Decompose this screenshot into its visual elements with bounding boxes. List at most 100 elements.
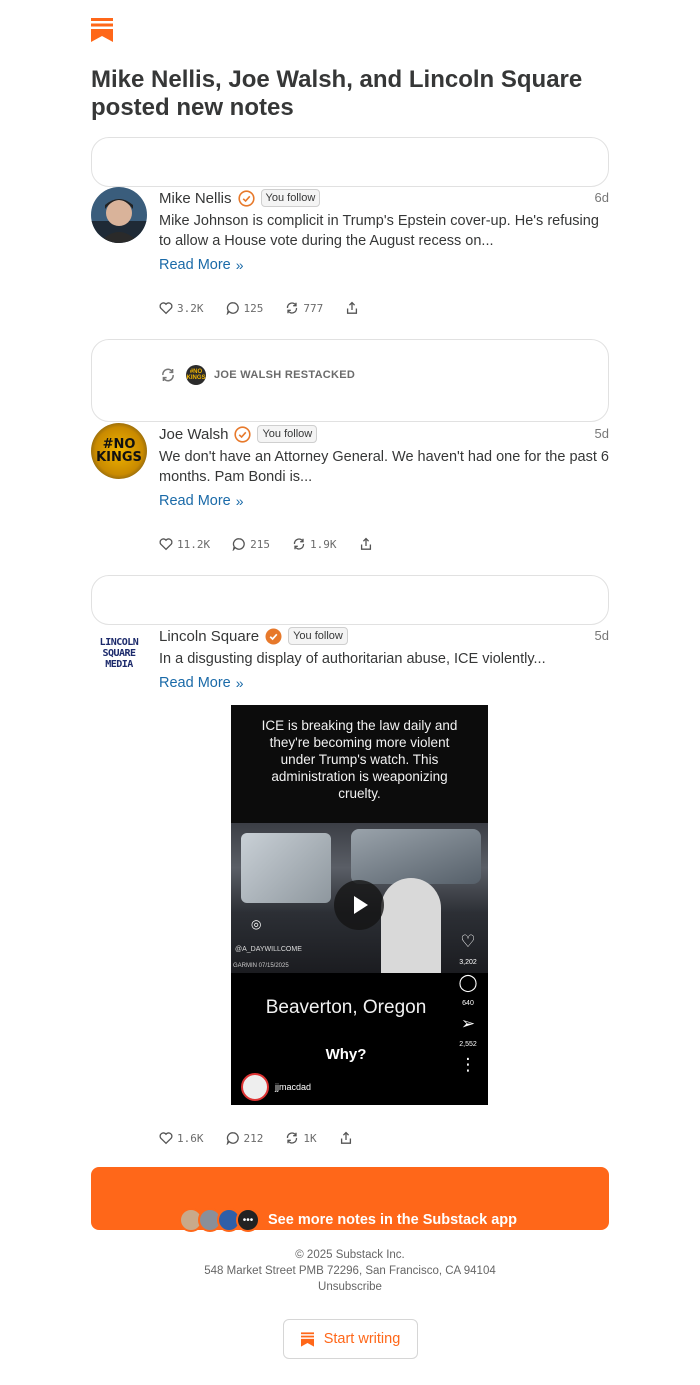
more-icon: •••	[236, 1208, 260, 1232]
follow-badge: You follow	[257, 425, 318, 443]
like-button[interactable]: 1.6K	[159, 1131, 204, 1145]
like-button[interactable]: 11.2K	[159, 537, 210, 551]
restack-avatar-text: #NO KINGS	[186, 369, 206, 381]
like-count: 1.6K	[177, 1131, 204, 1145]
footer: © 2025 Substack Inc. 548 Market Street P…	[0, 1247, 700, 1295]
email-headline: Mike Nellis, Joe Walsh, and Lincoln Squa…	[91, 66, 583, 121]
restack-icon	[162, 368, 174, 382]
restack-avatar: #NO KINGS	[186, 365, 206, 385]
note-card-header	[91, 575, 609, 625]
comment-count: 212	[243, 1131, 264, 1145]
note-text[interactable]: Mike Johnson is complicit in Trump's Eps…	[159, 211, 609, 251]
read-more-link[interactable]: Read More »	[159, 257, 244, 273]
read-more-link[interactable]: Read More »	[159, 493, 244, 509]
heart-icon: ♡	[460, 932, 476, 951]
avatar-text: #NO KINGS	[96, 437, 142, 465]
share-icon	[340, 1131, 351, 1144]
restack-count: 1.9K	[310, 537, 337, 551]
share-button[interactable]	[339, 1131, 353, 1145]
avatar[interactable]: #NO KINGS	[91, 423, 147, 479]
substack-logo-icon[interactable]	[91, 18, 113, 42]
comment-count: 215	[250, 537, 270, 551]
instagram-icon: ◎	[251, 917, 262, 931]
comment-icon	[226, 1132, 239, 1145]
like-button[interactable]: 3.2K	[159, 301, 204, 315]
comment-button[interactable]: 215	[232, 537, 270, 551]
note-mike-nellis[interactable]: Mike Nellis You follow 6d Mike Johnson i…	[91, 187, 609, 327]
video-side-actions: ♡ 3,202 ◯ 640 ➢ 2,552 ⋮	[456, 933, 480, 1082]
comment-icon	[226, 302, 239, 315]
video-thumbnail[interactable]: ICE is breaking the law daily and they'r…	[231, 705, 488, 1105]
address: 548 Market Street PMB 72296, San Francis…	[204, 1265, 496, 1277]
restack-icon	[287, 1132, 298, 1144]
note-actions: 1.6K 212 1K	[159, 1131, 375, 1145]
read-more-label: Read More	[159, 675, 231, 691]
video-caption: ICE is breaking the law daily and they'r…	[231, 705, 488, 823]
verified-check-icon	[234, 425, 252, 443]
follow-badge: You follow	[260, 189, 321, 207]
like-count: 3.2K	[177, 301, 204, 315]
timestamp: 5d	[594, 628, 609, 643]
video-user-avatar	[241, 1073, 269, 1101]
restack-icon	[287, 302, 298, 314]
substack-logo-icon	[300, 1331, 314, 1347]
verified-check-icon	[265, 628, 282, 644]
timestamp: 6d	[594, 190, 609, 205]
note-actions: 11.2K 215 1.9K	[159, 537, 395, 551]
copyright: © 2025 Substack Inc.	[295, 1249, 405, 1261]
chevron-double-right-icon: »	[235, 675, 244, 691]
video-user: jjmacdad	[241, 1073, 311, 1101]
avatar-text: LINCOLN SQUARE MEDIA	[99, 636, 139, 670]
more-icon: ⋮	[459, 1055, 477, 1074]
note-text[interactable]: We don't have an Attorney General. We ha…	[159, 447, 609, 487]
note-header: Lincoln Square You follow 5d	[159, 625, 609, 647]
share-button[interactable]	[359, 537, 373, 551]
comment-button[interactable]: 212	[226, 1131, 264, 1145]
note-joe-walsh[interactable]: #NO KINGS Joe Walsh You follow 5d We don…	[91, 423, 609, 563]
note-text[interactable]: In a disgusting display of authoritarian…	[159, 649, 609, 669]
unsubscribe-link[interactable]: Unsubscribe	[318, 1281, 382, 1293]
restack-button[interactable]: 1K	[285, 1131, 317, 1145]
video-username: jjmacdad	[275, 1082, 312, 1092]
start-writing-button[interactable]: Start writing	[283, 1319, 418, 1359]
avatar[interactable]: LINCOLN SQUARE MEDIA	[91, 625, 147, 681]
note-card-header	[91, 137, 609, 187]
video-like-count: 3,202	[459, 959, 477, 966]
comment-count: 125	[243, 301, 264, 315]
author-name[interactable]: Lincoln Square	[159, 628, 259, 645]
restack-count: 1K	[303, 1131, 317, 1145]
restack-button[interactable]: 1.9K	[292, 537, 337, 551]
start-writing-label: Start writing	[323, 1331, 401, 1347]
video-bottom: Beaverton, Oregon Why? jjmacdad	[231, 973, 488, 1105]
read-more-link[interactable]: Read More »	[159, 675, 244, 691]
like-count: 11.2K	[177, 537, 211, 551]
video-question: Why?	[325, 1046, 367, 1063]
read-more-label: Read More	[159, 257, 231, 273]
see-more-notes-button[interactable]: ••• See more notes in the Substack app	[91, 1167, 609, 1232]
verified-check-icon	[237, 189, 255, 207]
timestamp: 5d	[594, 426, 609, 441]
follow-badge: You follow	[288, 627, 348, 645]
chevron-double-right-icon: »	[235, 257, 244, 273]
chevron-double-right-icon: »	[235, 493, 244, 509]
read-more-label: Read More	[159, 493, 231, 509]
note-card-header: #NO KINGS JOE WALSH RESTACKED	[91, 339, 609, 422]
video-share-count: 2,552	[459, 1041, 477, 1048]
author-name[interactable]: Joe Walsh	[159, 426, 228, 443]
restack-button[interactable]: 777	[285, 301, 323, 315]
restack-count: 777	[303, 301, 324, 315]
note-header: Joe Walsh You follow 5d	[159, 423, 609, 445]
avatar[interactable]	[91, 187, 147, 243]
video-watermark: @A_DAYWILLCOME	[235, 946, 302, 953]
share-icon	[347, 301, 358, 314]
note-actions: 3.2K 125 777	[159, 301, 381, 315]
note-header: Mike Nellis You follow 6d	[159, 187, 609, 209]
heart-icon	[159, 538, 173, 551]
video-comment-count: 640	[462, 1000, 474, 1007]
share-button[interactable]	[345, 301, 359, 315]
restack-label: JOE WALSH RESTACKED	[214, 369, 356, 381]
heart-icon	[159, 302, 173, 315]
play-icon[interactable]	[334, 880, 384, 930]
comment-button[interactable]: 125	[226, 301, 264, 315]
author-name[interactable]: Mike Nellis	[159, 190, 232, 207]
